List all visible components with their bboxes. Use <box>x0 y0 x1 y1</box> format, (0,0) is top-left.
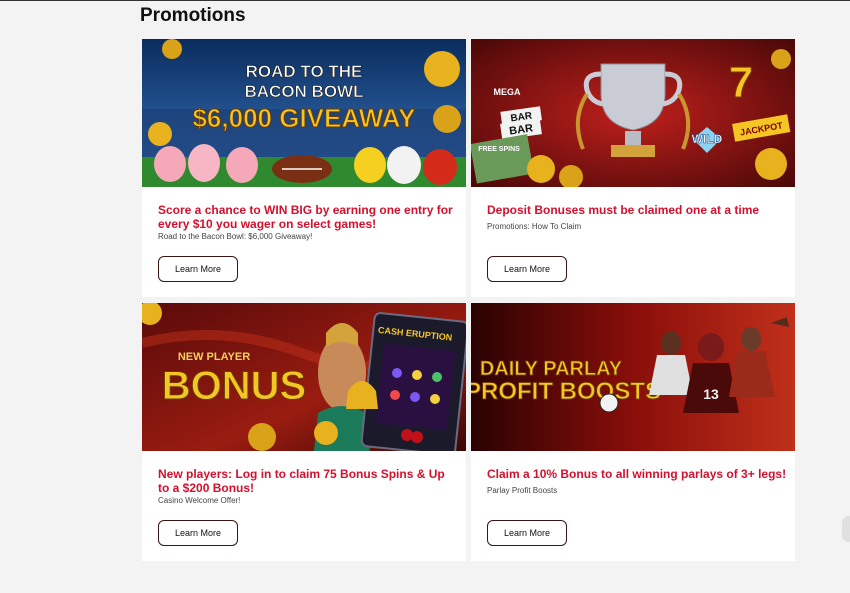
learn-more-button[interactable]: Learn More <box>158 256 238 282</box>
promo-subtitle: Casino Welcome Offer! <box>158 496 241 505</box>
learn-more-button[interactable]: Learn More <box>158 520 238 546</box>
deposit-bonuses-banner[interactable]: MEGA BAR BAR FREE SPINS WILD JACKPOT 7 <box>471 39 795 187</box>
promo-subtitle: Parlay Profit Boosts <box>487 486 558 495</box>
banner-label: WILD <box>692 132 723 146</box>
promo-headline: Deposit Bonuses must be claimed one at a… <box>487 203 760 217</box>
banner-line: $6,000 GIVEAWAY <box>192 103 415 133</box>
banner-label: MEGA <box>494 87 522 97</box>
page-title: Promotions <box>140 5 246 26</box>
promo-card-bacon-bowl: ROAD TO THE BACON BOWL $6,000 GIVEAWAY S… <box>142 39 466 297</box>
learn-more-button[interactable]: Learn More <box>487 256 567 282</box>
banner-label: 7 <box>729 58 753 107</box>
banner-label: PROFIT BOOSTS <box>471 378 661 405</box>
promo-subtitle: Road to the Bacon Bowl: $6,000 Giveaway! <box>158 232 313 241</box>
top-border <box>0 0 850 1</box>
banner-label: FREE SPINS <box>478 146 520 153</box>
banner-label: DAILY PARLAY <box>480 358 623 380</box>
parlay-boosts-banner[interactable]: DAILY PARLAY PROFIT BOOSTS 13 <box>471 303 795 451</box>
promo-card-deposit-bonuses: MEGA BAR BAR FREE SPINS WILD JACKPOT 7 D… <box>471 39 795 297</box>
banner-line: BACON BOWL <box>245 82 364 101</box>
promo-headline: New players: Log in to claim 75 Bonus Sp… <box>158 467 445 495</box>
promo-card-parlay-boosts: DAILY PARLAY PROFIT BOOSTS 13 Claim a 10… <box>471 303 795 561</box>
promo-card-new-player-bonus: NEW PLAYER BONUS CASH ERUPTION New playe… <box>142 303 466 561</box>
banner-line: ROAD TO THE <box>246 62 363 81</box>
promo-headline: Claim a 10% Bonus to all winning parlays… <box>487 467 787 481</box>
bacon-bowl-banner[interactable]: ROAD TO THE BACON BOWL $6,000 GIVEAWAY <box>142 39 466 187</box>
promo-headline: Score a chance to WIN BIG by earning one… <box>158 203 453 231</box>
scroll-handle[interactable] <box>842 516 850 542</box>
new-player-bonus-banner[interactable]: NEW PLAYER BONUS CASH ERUPTION <box>142 303 466 451</box>
banner-label: BONUS <box>162 364 306 408</box>
banner-label: NEW PLAYER <box>178 351 250 363</box>
learn-more-button[interactable]: Learn More <box>487 520 567 546</box>
banner-label: 13 <box>703 386 719 402</box>
promo-subtitle: Promotions: How To Claim <box>487 222 582 231</box>
